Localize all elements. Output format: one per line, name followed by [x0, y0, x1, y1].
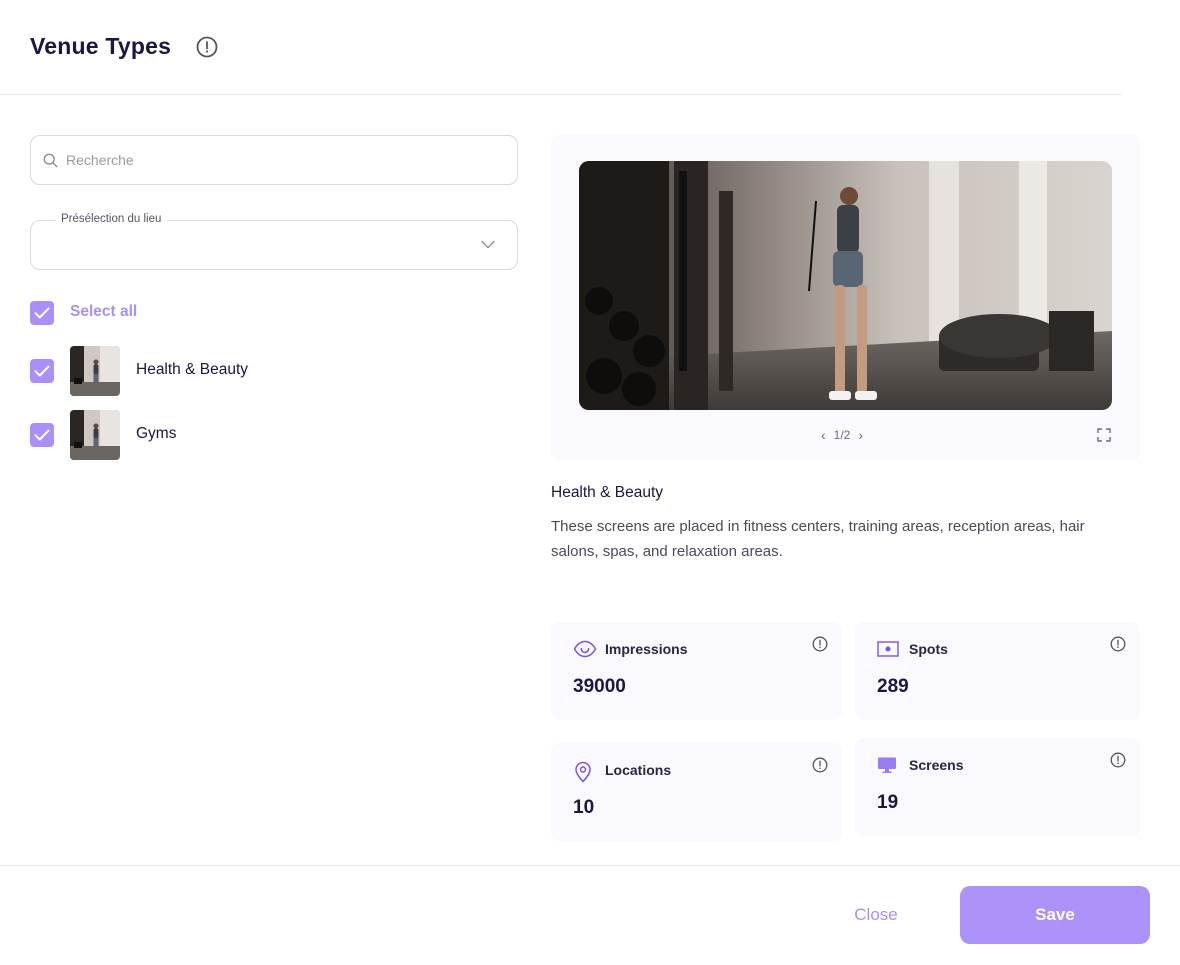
stat-label: Screens — [909, 757, 964, 773]
search-input[interactable] — [66, 136, 506, 184]
stat-value: 10 — [573, 797, 595, 818]
chevron-right-icon[interactable]: › — [858, 427, 863, 443]
stat-value: 19 — [877, 792, 899, 813]
info-icon[interactable] — [1110, 636, 1126, 657]
page-indicator: 1/2 — [833, 428, 851, 442]
stat-value: 39000 — [573, 676, 626, 697]
info-icon[interactable] — [812, 757, 828, 778]
stat-label: Spots — [909, 641, 948, 657]
venue-checkbox[interactable] — [30, 423, 54, 447]
spot-icon — [877, 640, 899, 663]
modal-header: Venue Types — [0, 0, 1121, 95]
search-box — [30, 135, 518, 185]
checkmark-icon — [34, 365, 50, 377]
venue-item-gyms: Gyms — [30, 410, 510, 460]
info-icon[interactable] — [1110, 752, 1126, 773]
venue-checkbox[interactable] — [30, 359, 54, 383]
chevron-left-icon[interactable]: ‹ — [821, 427, 826, 443]
select-all-checkbox[interactable] — [30, 301, 54, 325]
preview-panel: ‹ 1/2 › — [551, 135, 1140, 460]
stat-card-screens: Screens 19 — [855, 738, 1140, 836]
search-icon — [43, 153, 58, 168]
venue-preview-image — [579, 161, 1112, 410]
checkmark-icon — [34, 307, 50, 319]
venue-item-health-beauty: Health & Beauty — [30, 346, 510, 396]
venue-thumbnail — [70, 346, 120, 396]
eye-icon — [573, 640, 597, 663]
stat-card-locations: Locations 10 — [551, 743, 842, 841]
monitor-icon — [877, 756, 897, 779]
chevron-down-icon — [481, 240, 495, 249]
venue-thumbnail — [70, 410, 120, 460]
checkmark-icon — [34, 429, 50, 441]
location-pin-icon — [573, 761, 593, 788]
stat-value: 289 — [877, 676, 909, 697]
info-icon[interactable] — [196, 36, 218, 63]
preselection-select[interactable]: Présélection du lieu — [30, 213, 518, 270]
stat-card-spots: Spots 289 — [855, 622, 1140, 720]
stat-label: Locations — [605, 762, 672, 778]
venue-label: Gyms — [136, 425, 177, 442]
preselection-label: Présélection du lieu — [55, 213, 168, 225]
page-title: Venue Types — [30, 33, 172, 59]
image-pager: ‹ 1/2 › — [821, 427, 863, 443]
fullscreen-icon[interactable] — [1097, 428, 1111, 447]
description-title: Health & Beauty — [551, 484, 664, 501]
info-icon[interactable] — [812, 636, 828, 657]
stat-card-impressions: Impressions 39000 — [551, 622, 842, 720]
close-button[interactable]: Close — [840, 898, 912, 932]
footer-divider — [0, 865, 1180, 866]
save-button[interactable]: Save — [960, 886, 1150, 944]
venue-label: Health & Beauty — [136, 361, 249, 378]
select-all-label[interactable]: Select all — [70, 303, 137, 321]
stat-label: Impressions — [605, 641, 688, 657]
description-text: These screens are placed in fitness cent… — [551, 518, 1085, 560]
